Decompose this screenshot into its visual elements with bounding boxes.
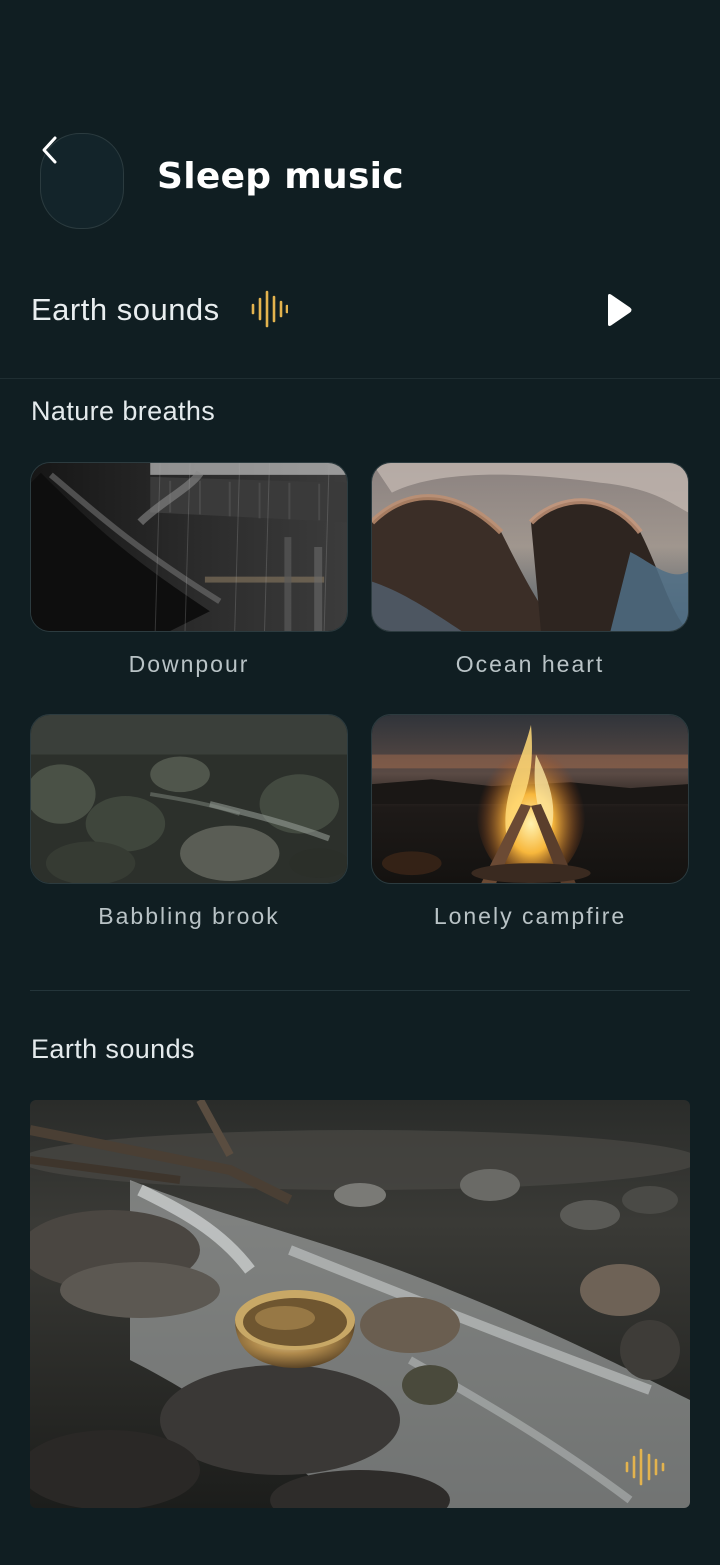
card-label-lonely-campfire: Lonely campfire xyxy=(433,903,627,929)
divider xyxy=(30,990,690,991)
rain-on-roof-image xyxy=(31,463,347,631)
card-babbling-brook[interactable] xyxy=(30,714,348,884)
audio-wave-icon xyxy=(251,290,288,328)
divider xyxy=(0,378,720,379)
page-title: Sleep music xyxy=(157,156,404,197)
singing-bowl-river-image xyxy=(30,1100,690,1508)
play-icon[interactable] xyxy=(600,290,636,330)
chevron-left-icon[interactable] xyxy=(38,135,62,165)
now-playing-label[interactable]: Earth sounds xyxy=(31,292,220,328)
section-title-earth-sounds: Earth sounds xyxy=(31,1034,195,1064)
card-label-downpour: Downpour xyxy=(128,651,250,677)
card-lonely-campfire[interactable] xyxy=(371,714,689,884)
earth-sounds-feature-card[interactable] xyxy=(30,1100,690,1508)
card-ocean-heart[interactable] xyxy=(371,462,689,632)
card-label-babbling-brook: Babbling brook xyxy=(98,903,280,929)
campfire-image xyxy=(372,715,688,883)
sleep-music-screen: Sleep music Earth sounds Nature breaths xyxy=(0,0,720,1565)
rocky-brook-image xyxy=(31,715,347,883)
ocean-waves-image xyxy=(372,463,688,631)
card-downpour[interactable] xyxy=(30,462,348,632)
section-title-nature-breaths: Nature breaths xyxy=(31,396,216,426)
audio-wave-icon xyxy=(625,1448,665,1486)
card-label-ocean-heart: Ocean heart xyxy=(455,651,605,677)
